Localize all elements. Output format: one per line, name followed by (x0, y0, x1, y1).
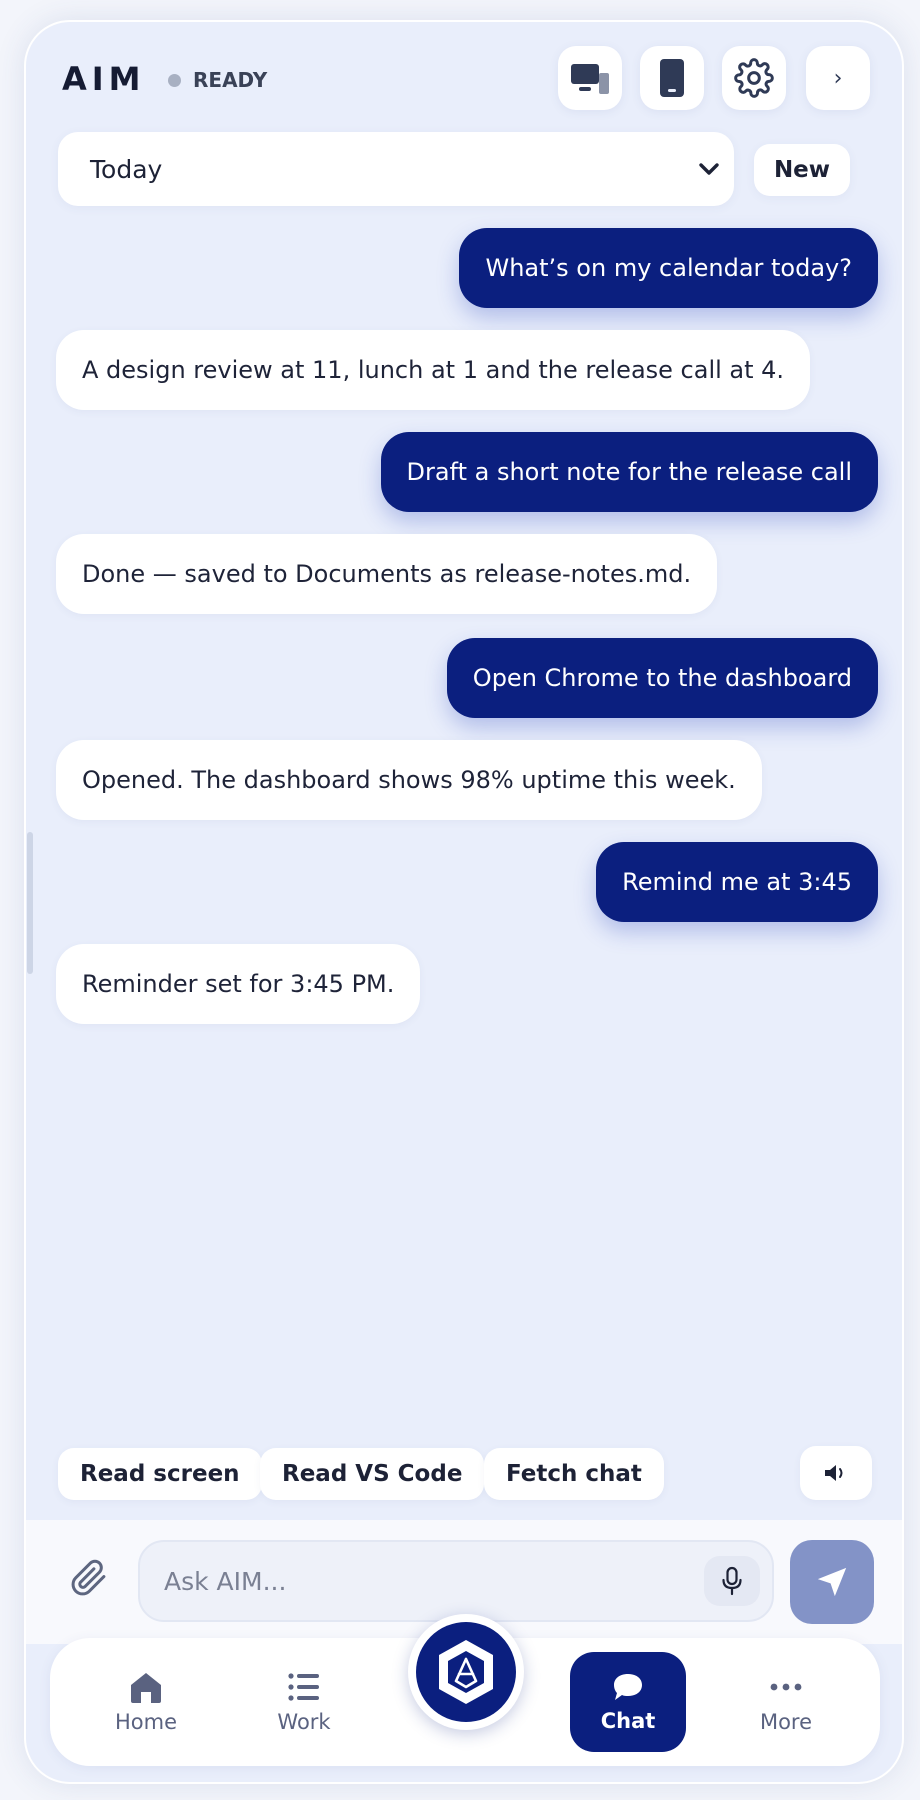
chevron-right-icon: › (833, 65, 843, 91)
message-input[interactable] (164, 1560, 684, 1602)
nav-item-work[interactable]: Work (246, 1652, 362, 1752)
paperclip-icon (71, 1559, 106, 1596)
list-icon (288, 1673, 319, 1701)
nav-item-label: Work (277, 1710, 331, 1734)
nav-item-label: Home (114, 1710, 177, 1734)
chat-bubble-icon (614, 1674, 642, 1700)
assistant-message: Reminder set for 3:45 PM. (56, 944, 421, 1024)
phone-icon (660, 59, 684, 97)
assistant-message: Opened. The dashboard shows 98% uptime t… (56, 740, 762, 820)
desktop-icon (571, 64, 609, 94)
mobile-mode-button[interactable] (640, 46, 704, 110)
user-message: Draft a short note for the release call (380, 432, 878, 512)
expand-button[interactable]: › (806, 46, 870, 110)
read-vscode-button[interactable]: Read VS Code (260, 1448, 485, 1500)
send-icon (817, 1567, 847, 1597)
settings-button[interactable] (722, 46, 786, 110)
user-message: What’s on my calendar today? (459, 228, 878, 308)
fetch-chat-button[interactable]: Fetch chat (484, 1448, 664, 1500)
read-screen-button[interactable]: Read screen (58, 1448, 262, 1500)
user-message: Open Chrome to the dashboard (446, 638, 878, 718)
message-input-wrapper (138, 1540, 774, 1622)
nav-item-label: Chat (600, 1709, 656, 1733)
mic-button[interactable] (704, 1556, 760, 1606)
scroll-indicator[interactable] (27, 832, 33, 974)
assistant-fab-button[interactable] (408, 1614, 524, 1730)
gear-icon (734, 58, 774, 98)
aim-logo-icon (439, 1640, 493, 1704)
session-select-value: Today (90, 154, 163, 184)
assistant-message: Done — saved to Documents as release-not… (56, 534, 718, 614)
app-window: AIM READY › Today New What’s on my calen… (24, 20, 904, 1784)
nav-item-chat[interactable]: Chat (570, 1652, 686, 1752)
assistant-message: A design review at 11, lunch at 1 and th… (56, 330, 811, 410)
fab-inner (416, 1622, 516, 1722)
home-icon (131, 1673, 161, 1703)
send-button[interactable] (790, 1540, 874, 1624)
nav-item-more[interactable]: More (728, 1652, 844, 1752)
new-session-button[interactable]: New (754, 144, 850, 196)
user-message: Remind me at 3:45 (596, 842, 878, 922)
desktop-mode-button[interactable] (558, 46, 622, 110)
nav-item-label: More (759, 1710, 813, 1734)
microphone-icon (722, 1566, 742, 1596)
session-select[interactable]: Today (58, 132, 734, 206)
app-brand: AIM (62, 60, 146, 98)
chevron-down-icon (699, 163, 719, 175)
speaker-toggle-button[interactable] (800, 1446, 872, 1500)
attach-button[interactable] (70, 1556, 108, 1604)
speaker-icon (825, 1465, 843, 1481)
more-dots-icon (770, 1683, 802, 1691)
status-indicator: READY (168, 68, 267, 92)
status-dot (168, 73, 181, 87)
nav-item-home[interactable]: Home (88, 1652, 204, 1752)
status-label: READY (193, 68, 268, 92)
